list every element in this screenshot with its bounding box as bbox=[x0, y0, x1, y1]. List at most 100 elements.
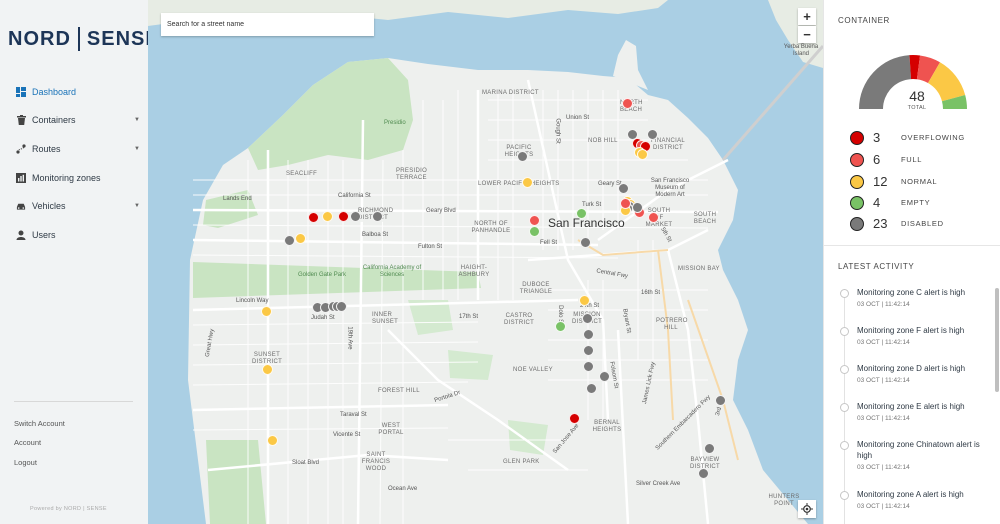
container-marker[interactable] bbox=[308, 212, 319, 223]
status-count: 23 bbox=[873, 216, 888, 231]
timeline-node bbox=[840, 327, 849, 336]
legend-row-full[interactable]: 6 FULL bbox=[850, 152, 922, 167]
container-marker[interactable] bbox=[517, 151, 528, 162]
timeline-node bbox=[840, 441, 849, 450]
legend-row-disabled[interactable]: 23 DISABLED bbox=[850, 216, 944, 231]
container-marker[interactable] bbox=[648, 212, 659, 223]
container-marker[interactable] bbox=[522, 177, 533, 188]
map-label-golden-gate-park: Golden Gate Park bbox=[298, 272, 347, 278]
street-label: Sloat Blvd bbox=[292, 460, 320, 466]
container-marker[interactable] bbox=[529, 215, 540, 226]
container-marker[interactable] bbox=[580, 237, 591, 248]
status-label: EMPTY bbox=[901, 198, 931, 207]
nav-label: Routes bbox=[32, 144, 61, 154]
nav-item-containers[interactable]: Containers ▼ bbox=[16, 115, 140, 125]
container-marker[interactable] bbox=[350, 211, 361, 222]
map-label-academy-of-sciences: California Academy of Sciences bbox=[362, 265, 422, 278]
map-label-mission-bay: MISSION BAY bbox=[678, 266, 720, 272]
map-label-south-beach: SOUTH BEACH bbox=[693, 212, 717, 225]
container-marker[interactable] bbox=[267, 435, 278, 446]
map[interactable]: + − MARINA DISTRICT NORTH BEACH NOB HILL… bbox=[148, 0, 823, 524]
chevron-down-icon: ▼ bbox=[134, 117, 140, 123]
map-label-financial-district: FINANCIAL DISTRICT bbox=[650, 138, 686, 151]
map-label-west-portal: WEST PORTAL bbox=[378, 423, 404, 436]
map-label-nob-hill: NOB HILL bbox=[588, 138, 618, 144]
container-marker[interactable] bbox=[599, 371, 610, 382]
container-marker[interactable] bbox=[715, 395, 726, 406]
container-marker[interactable] bbox=[261, 306, 272, 317]
container-marker[interactable] bbox=[569, 413, 580, 424]
nav-item-routes[interactable]: Routes ▼ bbox=[16, 144, 140, 154]
timeline-node bbox=[840, 403, 849, 412]
logout-link[interactable]: Logout bbox=[14, 458, 37, 467]
map-label-yerba-buena: Yerba Buena Island bbox=[783, 44, 819, 57]
container-marker[interactable] bbox=[622, 98, 633, 109]
container-marker[interactable] bbox=[582, 313, 593, 324]
route-icon bbox=[16, 144, 26, 154]
container-marker[interactable] bbox=[338, 211, 349, 222]
user-icon bbox=[16, 230, 26, 240]
street-search-input[interactable] bbox=[161, 13, 374, 36]
zoom-out-button[interactable]: − bbox=[798, 26, 816, 43]
status-count: 6 bbox=[873, 152, 881, 167]
container-marker[interactable] bbox=[637, 149, 648, 160]
nav-item-vehicles[interactable]: Vehicles ▼ bbox=[16, 201, 140, 211]
container-marker[interactable] bbox=[372, 211, 383, 222]
map-label-glen-park: GLEN PARK bbox=[503, 459, 540, 465]
zoom-in-button[interactable]: + bbox=[798, 8, 816, 25]
container-marker[interactable] bbox=[583, 345, 594, 356]
status-dot bbox=[850, 174, 864, 189]
nav-item-dashboard[interactable]: Dashboard bbox=[16, 87, 140, 97]
street-label: Taraval St bbox=[340, 412, 367, 418]
container-marker[interactable] bbox=[579, 295, 590, 306]
panel-divider bbox=[824, 245, 1000, 246]
container-marker[interactable] bbox=[704, 443, 715, 454]
sidebar-divider bbox=[14, 401, 133, 402]
legend-row-normal[interactable]: 12 NORMAL bbox=[850, 174, 937, 189]
map-label-presidio: Presidio bbox=[384, 120, 406, 126]
map-label-presidio-terrace: PRESIDIO TERRACE bbox=[396, 168, 428, 181]
nav-label: Vehicles bbox=[32, 201, 66, 211]
container-marker[interactable] bbox=[336, 301, 347, 312]
activity-scrollbar-thumb[interactable] bbox=[995, 288, 999, 392]
status-count: 3 bbox=[873, 130, 881, 145]
container-marker[interactable] bbox=[555, 321, 566, 332]
status-panel: CONTAINER 48 TOTAL 3 OVERFLOWING 6 FULL … bbox=[823, 0, 1000, 524]
nav-item-users[interactable]: Users bbox=[16, 230, 140, 240]
gauge-total-label: TOTAL bbox=[907, 105, 927, 111]
container-marker[interactable] bbox=[632, 202, 643, 213]
container-marker[interactable] bbox=[262, 364, 273, 375]
map-label-forest-hill: FOREST HILL bbox=[378, 388, 420, 394]
container-marker[interactable] bbox=[583, 329, 594, 340]
container-marker[interactable] bbox=[620, 198, 631, 209]
street-label: Silver Creek Ave bbox=[636, 481, 681, 487]
city-label: San Francisco bbox=[548, 216, 625, 230]
container-marker[interactable] bbox=[295, 233, 306, 244]
container-marker[interactable] bbox=[284, 235, 295, 246]
status-dot bbox=[850, 216, 864, 231]
street-label: Judah St bbox=[311, 315, 335, 321]
container-marker[interactable] bbox=[586, 383, 597, 394]
container-marker[interactable] bbox=[698, 468, 709, 479]
legend-row-overflowing[interactable]: 3 OVERFLOWING bbox=[850, 130, 965, 145]
street-label: Balboa St bbox=[362, 232, 389, 238]
container-marker[interactable] bbox=[618, 183, 629, 194]
container-marker[interactable] bbox=[647, 129, 658, 140]
status-dot bbox=[850, 130, 864, 145]
container-marker[interactable] bbox=[322, 211, 333, 222]
container-marker[interactable] bbox=[627, 129, 638, 140]
chevron-down-icon: ▼ bbox=[134, 203, 140, 209]
account-link[interactable]: Account bbox=[14, 438, 41, 447]
container-marker[interactable] bbox=[576, 208, 587, 219]
activity-time: 03 OCT | 11:42:14 bbox=[857, 339, 910, 346]
container-marker[interactable] bbox=[529, 226, 540, 237]
nav-item-monitoring-zones[interactable]: Monitoring zones bbox=[16, 173, 140, 183]
logo[interactable]: NORD SENSE bbox=[8, 27, 160, 51]
map-label-north-of-panhandle: NORTH OF PANHANDLE bbox=[471, 221, 511, 234]
container-marker[interactable] bbox=[583, 361, 594, 372]
switch-account-link[interactable]: Switch Account bbox=[14, 419, 65, 428]
legend-row-empty[interactable]: 4 EMPTY bbox=[850, 195, 930, 210]
nav-label: Monitoring zones bbox=[32, 173, 101, 183]
activity-text: Monitoring zone Chinatown alert is high bbox=[857, 440, 980, 460]
nav-label: Dashboard bbox=[32, 87, 77, 97]
